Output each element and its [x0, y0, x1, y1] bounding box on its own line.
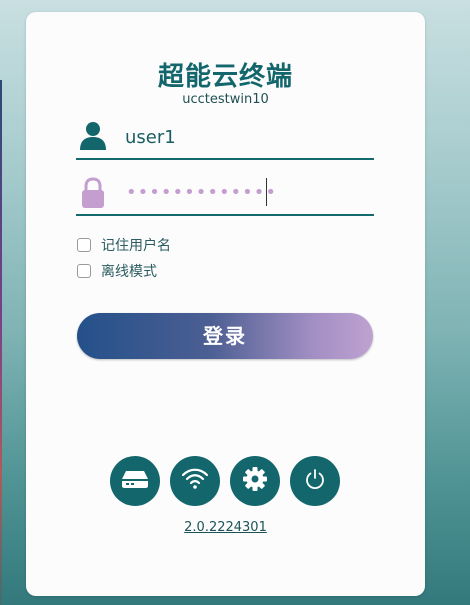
machine-name: ucctestwin10 [182, 92, 269, 107]
password-input[interactable]: ••••••••••••• [126, 182, 277, 203]
gear-icon [242, 466, 268, 496]
offline-mode-label: 离线模式 [101, 264, 157, 280]
text-cursor [266, 178, 267, 206]
wifi-icon [181, 467, 209, 495]
login-card: 超能云终端 ucctestwin10 user1 ••••••••••••• 记… [26, 12, 425, 596]
power-button[interactable] [290, 456, 340, 506]
user-icon [78, 120, 108, 152]
remember-username-checkbox[interactable] [77, 238, 91, 252]
username-input[interactable]: user1 [125, 127, 176, 148]
settings-button[interactable] [230, 456, 280, 506]
password-field[interactable]: ••••••••••••• [76, 170, 374, 216]
drive-button[interactable] [110, 456, 160, 506]
version-link[interactable]: 2.0.2224301 [26, 520, 425, 535]
remember-username-label: 记住用户名 [101, 238, 171, 254]
offline-mode-checkbox[interactable] [77, 264, 91, 278]
username-field[interactable]: user1 [76, 114, 374, 160]
background-window-edge [0, 80, 2, 605]
login-button[interactable]: 登录 [77, 313, 373, 359]
remember-username-option[interactable]: 记住用户名 [77, 236, 171, 254]
lock-icon [78, 176, 108, 208]
power-icon [303, 467, 327, 495]
drive-icon [121, 469, 149, 493]
wifi-button[interactable] [170, 456, 220, 506]
app-title: 超能云终端 [157, 62, 293, 92]
offline-mode-option[interactable]: 离线模式 [77, 262, 157, 280]
